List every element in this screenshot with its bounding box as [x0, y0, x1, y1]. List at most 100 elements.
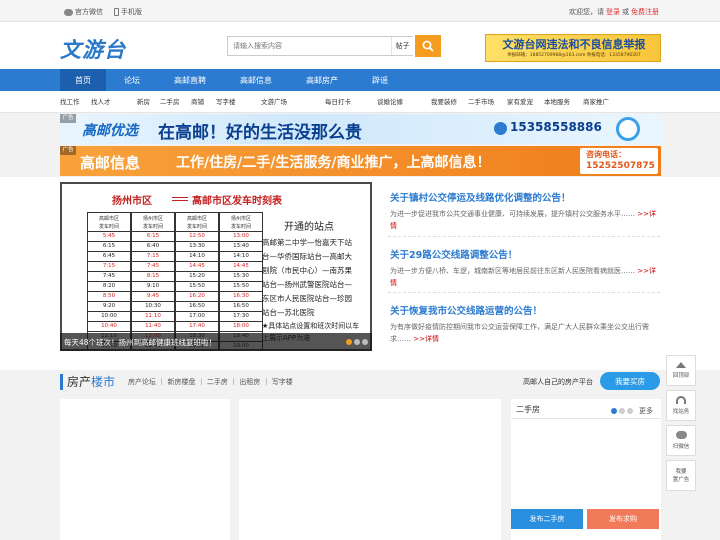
nav-rumor[interactable]: 辟谣: [362, 69, 398, 91]
tab-dot-2[interactable]: [619, 408, 625, 414]
timetable-cell: 17:40: [175, 322, 219, 332]
phone-icon: [494, 122, 507, 135]
site-logo[interactable]: 文游台: [60, 34, 160, 62]
timetable-cell: 14:10: [175, 252, 219, 262]
news-more-link[interactable]: >>详情: [413, 335, 439, 343]
house-link-forum[interactable]: 房产论坛: [128, 378, 156, 386]
register-link[interactable]: 免费注册: [631, 7, 659, 17]
house-panel-middle: [239, 399, 501, 540]
slider-caption: 每天48个班次！扬州到高邮健康班线复班啦！: [60, 333, 372, 351]
slider-dot-1[interactable]: [346, 339, 352, 345]
subnav-pets[interactable]: 家有爱宠: [507, 91, 533, 113]
wechat-link[interactable]: 官方微信: [64, 7, 103, 17]
subnav-find-job[interactable]: 找工作: [60, 91, 80, 113]
login-link[interactable]: 登录: [606, 7, 620, 17]
timetable-cell: 14:45: [219, 262, 263, 272]
timetable-cell: 7:15: [87, 262, 131, 272]
timetable-cell: 10:00: [87, 312, 131, 322]
subnav-marriage[interactable]: 谈婚论嫁: [377, 91, 403, 113]
timetable-cell: 6:45: [87, 252, 131, 262]
search-input[interactable]: [227, 36, 413, 56]
timetable-cell: 15:50: [219, 282, 263, 292]
slider-dot-3[interactable]: [362, 339, 368, 345]
publish-sell-button[interactable]: 发布二手房: [511, 509, 583, 529]
subnav-decorate[interactable]: 我要装修: [431, 91, 457, 113]
timetable-cell: 15:20: [175, 272, 219, 282]
ad-banner-info[interactable]: 广告 高邮信息 工作/住房/二手/生活服务/商业推广，上高邮信息！ 咨询电话： …: [60, 146, 661, 176]
section-title: 房产楼市: [67, 375, 116, 389]
timetable-cell: 13:00: [219, 232, 263, 242]
timetable-cell: 12:50: [175, 232, 219, 242]
timetable-cell: 9:20: [87, 302, 131, 312]
contact-staff-button[interactable]: 找站务: [666, 390, 696, 421]
house-link-office[interactable]: 写字楼: [272, 378, 293, 386]
timetable-header: 高邮市区 发车时间: [175, 212, 219, 232]
timetable-cell: 7:45: [87, 272, 131, 282]
news-item[interactable]: 关于镇村公交停运及线路优化调整的公告！ 为进一步促进我市公共交通事业健康、可持续…: [390, 190, 660, 232]
nav-forum[interactable]: 论坛: [112, 69, 152, 91]
subnav-market[interactable]: 二手市场: [468, 91, 494, 113]
sub-nav: 找工作 找人才 新房 二手房 商铺 写字楼 文游广场 每日打卡 谈婚论嫁 我要装…: [0, 91, 720, 113]
advertise-button[interactable]: 我要 置广告: [666, 460, 696, 491]
timetable-header: 高邮市区 发车时间: [87, 212, 131, 232]
subnav-shop[interactable]: 商铺: [191, 91, 204, 113]
search-type-select[interactable]: 帖子: [391, 37, 413, 55]
timetable-cell: 10:30: [131, 302, 175, 312]
image-slider[interactable]: 扬州市区 高邮市区发车时刻表 高邮市区 发车时间 5:45 6:15 6:45 7:15…: [60, 182, 372, 351]
timetable-cell: 13:30: [175, 242, 219, 252]
timetable-cell: 8:20: [87, 282, 131, 292]
tab-dot-1[interactable]: [611, 408, 617, 414]
timetable-cell: 18:00: [219, 322, 263, 332]
buy-house-button[interactable]: 我要买房: [600, 372, 660, 390]
timetable-cell: 13:40: [219, 242, 263, 252]
news-item[interactable]: 关于恢复我市公交线路运营的公告！ 为有序做好疫情防控期间我市公交运营保障工作，满…: [390, 303, 660, 345]
floating-sidebar: 回顶部 找站务 扫微信 我要 置广告: [666, 355, 696, 495]
ad-banner-youxuan[interactable]: 广告 高邮优选 在高邮！好的生活没那么贵 15358558886: [60, 114, 661, 144]
wechat-scan-button[interactable]: 扫微信: [666, 425, 696, 456]
timetable-cell: 11:10: [131, 312, 175, 322]
timetable-cell: 17:00: [175, 312, 219, 322]
timetable-cell: 16:20: [175, 292, 219, 302]
house-link-second[interactable]: 二手房: [207, 378, 228, 386]
nav-home[interactable]: 首页: [60, 69, 106, 91]
house-link-new[interactable]: 新房楼盘: [167, 378, 195, 386]
main-nav: 首页 论坛 高邮直聘 高邮信息 高邮房产 辟谣: [0, 69, 720, 91]
nav-jobs[interactable]: 高邮直聘: [162, 69, 218, 91]
nav-house[interactable]: 高邮房产: [294, 69, 350, 91]
timetable-cell: 14:10: [219, 252, 263, 262]
timetable-cell: 11:40: [131, 322, 175, 332]
house-panel-left: [60, 399, 230, 540]
subnav-checkin[interactable]: 每日打卡: [325, 91, 351, 113]
mobile-icon: [114, 8, 119, 16]
report-banner[interactable]: 文游台网违法和不良信息举报 举报邮箱：18852709988@163.com 举…: [485, 34, 661, 62]
house-link-rent[interactable]: 出租房: [239, 378, 260, 386]
subnav-local[interactable]: 本地服务: [544, 91, 570, 113]
subnav-office[interactable]: 写字楼: [216, 91, 236, 113]
nav-info[interactable]: 高邮信息: [228, 69, 284, 91]
timetable-cell: 8:15: [131, 272, 175, 282]
search-button[interactable]: [415, 35, 441, 57]
back-to-top-button[interactable]: 回顶部: [666, 355, 696, 386]
house-section-header: 房产楼市 房产论坛 ｜ 新房楼盘 ｜ 二手房 ｜ 出租房 ｜ 写字楼 高邮人自己…: [60, 370, 660, 394]
timetable-cell: 17:30: [219, 312, 263, 322]
subnav-square[interactable]: 文游广场: [261, 91, 287, 113]
timetable-cell: 7:45: [131, 262, 175, 272]
tab-dot-3[interactable]: [627, 408, 633, 414]
bus-icon: [172, 197, 188, 201]
timetable-cell: 6:15: [131, 232, 175, 242]
news-item[interactable]: 关于29路公交线路调整公告！ 为进一步方便八桥、车逻，城南新区等地居民前往东区新…: [390, 247, 660, 289]
subnav-new-house[interactable]: 新房: [137, 91, 150, 113]
slider-dot-2[interactable]: [354, 339, 360, 345]
subnav-second-house[interactable]: 二手房: [160, 91, 180, 113]
headset-icon: [676, 396, 686, 404]
timetable-cell: 16:50: [175, 302, 219, 312]
timetable-cell: 14:45: [175, 262, 219, 272]
mobile-link[interactable]: 手机版: [114, 7, 142, 17]
tab-second-house[interactable]: 二手房: [516, 404, 540, 415]
publish-want-button[interactable]: 发布求购: [587, 509, 659, 529]
subnav-promote[interactable]: 商家推广: [583, 91, 609, 113]
wechat-icon: [675, 431, 687, 439]
subnav-find-talent[interactable]: 找人才: [91, 91, 111, 113]
timetable-cell: 9:10: [131, 282, 175, 292]
more-link[interactable]: 更多: [639, 406, 653, 416]
